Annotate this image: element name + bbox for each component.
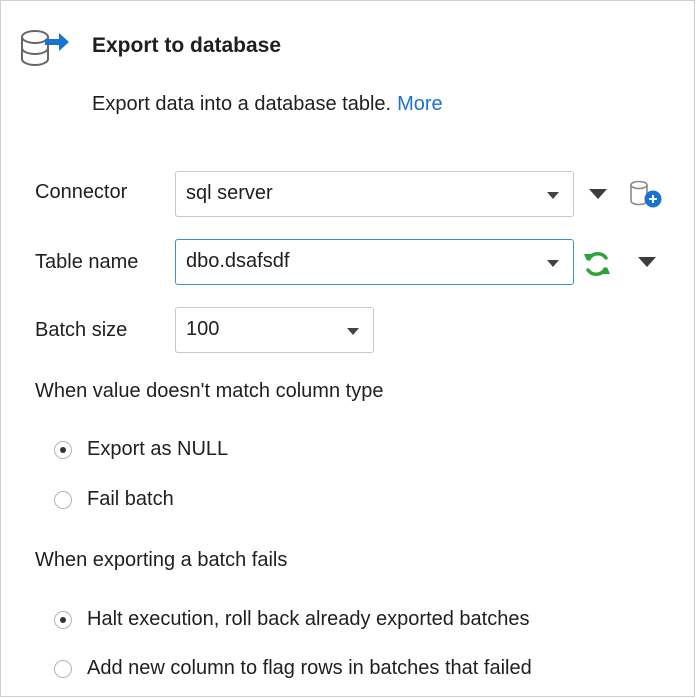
table-menu-caret-icon[interactable] xyxy=(638,257,656,267)
panel-description: Export data into a database table. More xyxy=(92,93,443,116)
connector-menu-caret-icon[interactable] xyxy=(589,189,607,199)
connector-select[interactable]: sql server xyxy=(175,171,574,217)
add-connector-icon[interactable] xyxy=(628,177,664,211)
radio-button-unchecked[interactable] xyxy=(54,491,72,509)
connector-label: Connector xyxy=(35,181,128,203)
table-name-label: Table name xyxy=(35,251,139,273)
batch-size-select[interactable]: 100 xyxy=(175,307,374,353)
export-to-database-panel: Export to database Export data into a da… xyxy=(0,0,695,697)
radio-button-checked[interactable] xyxy=(54,441,72,459)
refresh-icon[interactable] xyxy=(581,248,613,280)
chevron-down-icon xyxy=(547,260,559,267)
batch-size-label: Batch size xyxy=(35,319,128,341)
batch-size-value: 100 xyxy=(186,318,220,340)
description-text: Export data into a database table. xyxy=(92,93,392,115)
connector-value: sql server xyxy=(186,182,273,204)
radio-label: Export as NULL xyxy=(87,438,229,460)
failure-section-title: When exporting a batch fails xyxy=(35,549,288,571)
more-link[interactable]: More xyxy=(397,93,443,115)
panel-title: Export to database xyxy=(92,34,282,57)
radio-label: Fail batch xyxy=(87,488,174,510)
radio-button-checked[interactable] xyxy=(54,611,72,629)
radio-button-unchecked[interactable] xyxy=(54,660,72,678)
radio-label: Add new column to flag rows in batches t… xyxy=(87,657,532,679)
table-name-value: dbo.dsafsdf xyxy=(186,250,290,272)
database-export-icon xyxy=(21,30,69,66)
table-name-select[interactable]: dbo.dsafsdf xyxy=(175,239,574,285)
mismatch-section-title: When value doesn't match column type xyxy=(35,380,384,402)
chevron-down-icon xyxy=(547,192,559,199)
chevron-down-icon xyxy=(347,328,359,335)
radio-label: Halt execution, roll back already export… xyxy=(87,608,530,630)
